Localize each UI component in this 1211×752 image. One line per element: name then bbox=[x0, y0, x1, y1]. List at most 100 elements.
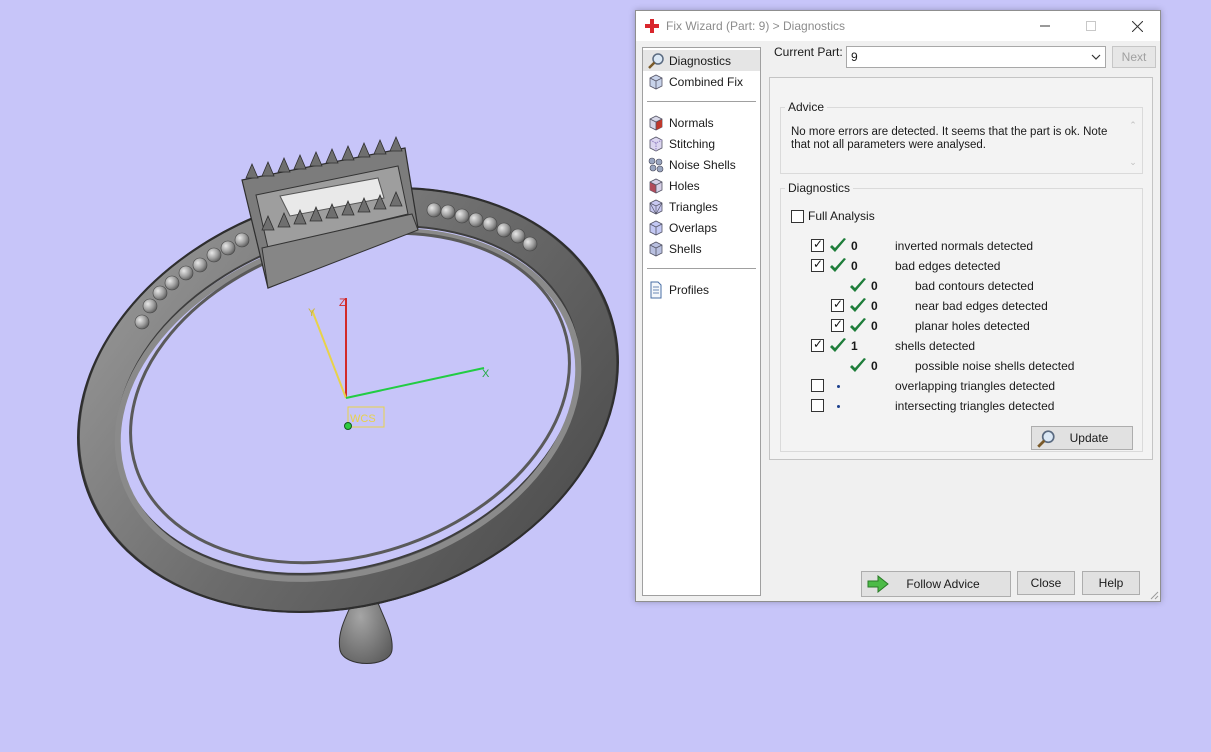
shells-cube-icon bbox=[649, 241, 663, 256]
update-label: Update bbox=[1069, 431, 1109, 445]
diagnostic-count: 0 bbox=[871, 319, 878, 333]
diagnostics-legend: Diagnostics bbox=[788, 181, 851, 195]
overlaps-cube-icon bbox=[649, 220, 663, 235]
advice-legend: Advice bbox=[788, 100, 825, 114]
nav-label: Combined Fix bbox=[669, 74, 744, 89]
fix-wizard-dialog: Fix Wizard (Part: 9) > Diagnostics Diagn… bbox=[635, 10, 1161, 602]
diagnostic-count: 0 bbox=[851, 259, 858, 273]
diagnostic-count: 0 bbox=[851, 239, 858, 253]
nav-label: Profiles bbox=[669, 282, 710, 297]
nav-divider bbox=[647, 268, 756, 269]
advice-group: Advice No more errors are detected. It s… bbox=[780, 100, 1143, 174]
current-part-value: 9 bbox=[851, 50, 858, 64]
close-button[interactable]: Close bbox=[1017, 571, 1075, 595]
nav-label: Holes bbox=[669, 178, 700, 193]
diagnostic-label: planar holes detected bbox=[915, 319, 1030, 333]
axis-y-label: Y bbox=[308, 307, 316, 319]
nav-label: Shells bbox=[669, 241, 702, 256]
diagnostic-row: 0 bad contours detected bbox=[781, 277, 1141, 295]
nav-item-holes[interactable]: Holes bbox=[643, 175, 760, 196]
green-check-icon bbox=[850, 358, 866, 372]
nav-item-combined-fix[interactable]: Combined Fix bbox=[643, 71, 760, 92]
nav-label: Triangles bbox=[669, 199, 718, 214]
diagnostic-label: inverted normals detected bbox=[895, 239, 1034, 253]
current-part-label: Current Part: bbox=[774, 45, 843, 59]
profiles-document-icon bbox=[650, 281, 662, 298]
green-arrow-right-icon bbox=[867, 575, 889, 593]
green-check-icon bbox=[850, 278, 866, 292]
nav-label: Diagnostics bbox=[669, 53, 732, 68]
update-button[interactable]: Update bbox=[1031, 426, 1133, 450]
full-analysis-option[interactable]: Full Analysis bbox=[791, 209, 875, 223]
green-check-icon bbox=[850, 298, 866, 312]
nav-item-stitching[interactable]: Stitching bbox=[643, 133, 760, 154]
diagnostic-label: intersecting triangles detected bbox=[895, 399, 1055, 413]
wcs-label: WCS bbox=[350, 413, 376, 425]
scroll-up-icon[interactable]: ⌃ bbox=[1129, 120, 1137, 131]
nav-label: Stitching bbox=[669, 136, 716, 151]
triangles-cube-icon bbox=[649, 199, 663, 214]
advice-scrollbar[interactable]: ⌃ ⌄ bbox=[1126, 120, 1140, 168]
magnifier-icon bbox=[648, 52, 664, 69]
holes-cube-icon bbox=[649, 178, 663, 193]
nav-item-triangles[interactable]: Triangles bbox=[643, 196, 760, 217]
diagnostic-checkbox[interactable] bbox=[811, 337, 824, 352]
3d-viewport[interactable]: Z Y X WCS bbox=[0, 0, 636, 752]
scroll-down-icon[interactable]: ⌄ bbox=[1129, 157, 1137, 168]
next-button[interactable]: Next bbox=[1112, 46, 1156, 68]
maximize-button[interactable] bbox=[1068, 11, 1114, 41]
title-bar[interactable]: Fix Wizard (Part: 9) > Diagnostics bbox=[636, 11, 1160, 41]
green-check-icon bbox=[850, 318, 866, 332]
diagnostic-checkbox[interactable] bbox=[811, 257, 824, 272]
wcs-origin-marker bbox=[344, 422, 352, 430]
close-window-button[interactable] bbox=[1114, 11, 1160, 41]
diagnostics-group: Diagnostics Full Analysis 0 inverted norm… bbox=[780, 181, 1143, 452]
diagnostic-label: overlapping triangles detected bbox=[895, 379, 1056, 393]
current-part-select[interactable]: 9 bbox=[846, 46, 1106, 68]
nav-item-normals[interactable]: Normals bbox=[643, 112, 760, 133]
diagnostic-row: 1 shells detected bbox=[781, 337, 1141, 355]
axis-z-label: Z bbox=[339, 297, 346, 309]
nav-item-noise-shells[interactable]: Noise Shells bbox=[643, 154, 760, 175]
diagnostic-row: 0 planar holes detected bbox=[781, 317, 1141, 335]
follow-advice-label: Follow Advice bbox=[906, 577, 980, 591]
diagnostic-row: overlapping triangles detected bbox=[781, 377, 1141, 395]
nav-divider bbox=[647, 101, 756, 102]
red-cross-icon bbox=[645, 19, 659, 33]
magnifier-icon bbox=[1037, 430, 1055, 448]
noise-shells-icon bbox=[648, 157, 664, 172]
follow-advice-button[interactable]: Follow Advice bbox=[861, 571, 1011, 597]
resize-grip-icon[interactable] bbox=[1149, 590, 1159, 600]
diagnostic-row: intersecting triangles detected bbox=[781, 397, 1141, 415]
full-analysis-label: Full Analysis bbox=[808, 209, 875, 223]
ring-model: Z Y X WCS bbox=[77, 135, 619, 664]
diagnostic-row: 0 inverted normals detected bbox=[781, 237, 1141, 255]
help-button[interactable]: Help bbox=[1082, 571, 1140, 595]
diagnostics-content: Advice No more errors are detected. It s… bbox=[769, 77, 1153, 460]
full-analysis-checkbox[interactable] bbox=[791, 209, 804, 223]
diagnostic-checkbox[interactable] bbox=[811, 379, 824, 392]
nav-label: Noise Shells bbox=[669, 157, 736, 172]
minimize-button[interactable] bbox=[1022, 11, 1068, 41]
diagnostic-checkbox[interactable] bbox=[831, 297, 844, 312]
diagnostic-checkbox[interactable] bbox=[811, 237, 824, 252]
diagnostic-checkbox[interactable] bbox=[831, 317, 844, 332]
diagnostic-row: 0 near bad edges detected bbox=[781, 297, 1141, 315]
stitching-cube-icon bbox=[649, 136, 663, 151]
nav-label: Normals bbox=[669, 115, 714, 130]
diagnostic-label: bad edges detected bbox=[895, 259, 1001, 273]
cube-icon bbox=[649, 74, 663, 89]
nav-item-overlaps[interactable]: Overlaps bbox=[643, 217, 760, 238]
diagnostic-count: 0 bbox=[871, 359, 878, 373]
diagnostic-checkbox[interactable] bbox=[811, 399, 824, 412]
window-title: Fix Wizard (Part: 9) > Diagnostics bbox=[666, 19, 846, 33]
diagnostic-count: 1 bbox=[851, 339, 858, 353]
nav-item-diagnostics[interactable]: Diagnostics bbox=[643, 50, 760, 71]
nav-label: Overlaps bbox=[669, 220, 718, 235]
close-icon bbox=[1131, 20, 1143, 32]
nav-item-profiles[interactable]: Profiles bbox=[643, 279, 760, 300]
nav-item-shells[interactable]: Shells bbox=[643, 238, 760, 259]
diagnostic-label: bad contours detected bbox=[915, 279, 1034, 293]
diagnostic-label: possible noise shells detected bbox=[915, 359, 1075, 373]
green-check-icon bbox=[830, 258, 846, 272]
